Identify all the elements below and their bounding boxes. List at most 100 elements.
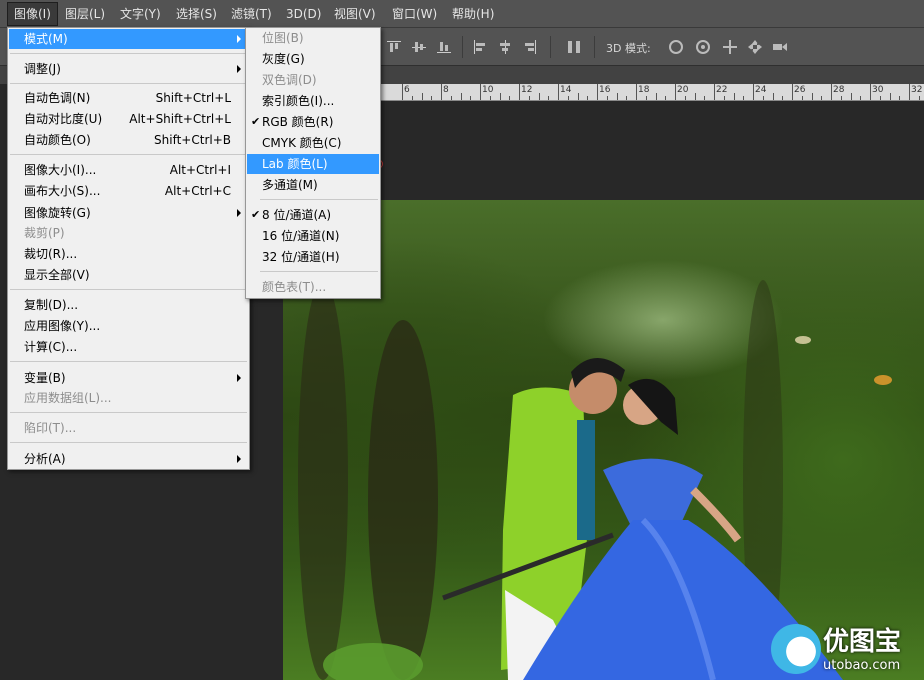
submenu-item-16-bit[interactable]: 16 位/通道(N) bbox=[247, 226, 379, 246]
ruler-label: 28 bbox=[833, 85, 845, 95]
menu-item-crop: 裁剪(P) bbox=[9, 223, 248, 243]
watermark: 优图宝 utobao.com bbox=[771, 620, 924, 680]
submenu-item-bitmap: 位图(B) bbox=[247, 28, 379, 48]
menu-separator bbox=[10, 289, 247, 290]
menu-item-analysis[interactable]: 分析(A) bbox=[9, 449, 248, 469]
menu-item-label: 裁切(R)... bbox=[24, 247, 78, 261]
menu-item-canvas-size[interactable]: 画布大小(S)... Alt+Ctrl+C bbox=[9, 181, 248, 201]
menu-item-label: 8 位/通道(A) bbox=[262, 208, 332, 222]
menu-item-label: 分析(A) bbox=[24, 452, 66, 466]
ruler-minor-tick bbox=[723, 96, 725, 100]
align-vcenter-icon[interactable] bbox=[411, 39, 427, 55]
submenu-item-indexed-color[interactable]: 索引颜色(I)... bbox=[247, 91, 379, 111]
ruler-major-tick bbox=[402, 84, 403, 100]
submenu-item-lab-color[interactable]: Lab 颜色(L) bbox=[247, 154, 379, 174]
ruler-minor-tick bbox=[587, 96, 589, 100]
menu-item-label: 调整(J) bbox=[24, 62, 61, 76]
menu-3d[interactable]: 3D(D) bbox=[280, 3, 327, 25]
submenu-arrow-icon bbox=[237, 65, 241, 73]
menu-separator bbox=[10, 361, 247, 362]
submenu-item-cmyk-color[interactable]: CMYK 颜色(C) bbox=[247, 133, 379, 153]
orbit-3d-icon[interactable] bbox=[668, 39, 684, 55]
roll-3d-icon[interactable] bbox=[695, 39, 711, 55]
ruler-major-tick bbox=[909, 84, 910, 100]
ruler-minor-tick bbox=[577, 93, 579, 100]
menu-item-calculations[interactable]: 计算(C)... bbox=[9, 337, 248, 357]
menu-window[interactable]: 窗口(W) bbox=[386, 3, 443, 25]
menu-help[interactable]: 帮助(H) bbox=[446, 3, 500, 25]
align-hcenter-icon[interactable] bbox=[497, 39, 513, 55]
menu-filter[interactable]: 滤镜(T) bbox=[225, 3, 278, 25]
ruler-minor-tick bbox=[918, 96, 920, 100]
ruler-label: 24 bbox=[755, 85, 767, 95]
align-left-icon[interactable] bbox=[472, 39, 488, 55]
menu-item-trap: 陷印(T)... bbox=[9, 418, 248, 438]
ruler-label: 26 bbox=[794, 85, 806, 95]
menu-item-label: 索引颜色(I)... bbox=[262, 94, 335, 108]
menu-item-auto-tone[interactable]: 自动色调(N) Shift+Ctrl+L bbox=[9, 88, 248, 108]
menu-image[interactable]: 图像(I) bbox=[7, 2, 58, 26]
submenu-item-32-bit[interactable]: 32 位/通道(H) bbox=[247, 247, 379, 267]
menu-layer[interactable]: 图层(L) bbox=[59, 3, 111, 25]
ruler-label: 30 bbox=[872, 85, 884, 95]
slide-3d-icon[interactable] bbox=[747, 39, 763, 55]
ruler-major-tick bbox=[441, 84, 442, 100]
menu-shortcut: Shift+Ctrl+L bbox=[155, 91, 231, 105]
menu-item-label: CMYK 颜色(C) bbox=[262, 136, 342, 150]
menu-item-mode[interactable]: 模式(M) bbox=[9, 29, 248, 49]
menu-item-auto-color[interactable]: 自动颜色(O) Shift+Ctrl+B bbox=[9, 130, 248, 150]
submenu-item-multichannel[interactable]: 多通道(M) bbox=[247, 175, 379, 195]
menu-item-trim[interactable]: 裁切(R)... bbox=[9, 244, 248, 264]
menu-separator bbox=[10, 442, 247, 443]
ruler-label: 12 bbox=[521, 85, 533, 95]
ruler-label: 10 bbox=[482, 85, 494, 95]
ruler-minor-tick bbox=[499, 93, 501, 100]
align-top-icon[interactable] bbox=[386, 39, 402, 55]
submenu-item-rgb-color[interactable]: ✔ RGB 颜色(R) bbox=[247, 112, 379, 132]
ruler-minor-tick bbox=[470, 96, 472, 100]
ruler-minor-tick bbox=[821, 96, 823, 100]
menu-item-variables[interactable]: 变量(B) bbox=[9, 368, 248, 388]
ruler-minor-tick bbox=[460, 93, 462, 100]
menu-item-label: 32 位/通道(H) bbox=[262, 250, 340, 264]
menu-item-label: 颜色表(T)... bbox=[262, 280, 327, 294]
menu-item-label: 计算(C)... bbox=[24, 340, 78, 354]
ruler-minor-tick bbox=[528, 96, 530, 100]
menu-item-label: 应用图像(Y)... bbox=[24, 319, 101, 333]
align-right-icon[interactable] bbox=[522, 39, 538, 55]
submenu-arrow-icon bbox=[237, 209, 241, 217]
menu-item-label: Lab 颜色(L) bbox=[262, 157, 328, 171]
align-bottom-icon[interactable] bbox=[436, 39, 452, 55]
menu-item-reveal-all[interactable]: 显示全部(V) bbox=[9, 265, 248, 285]
pan-3d-icon[interactable] bbox=[722, 39, 738, 55]
menu-item-auto-contrast[interactable]: 自动对比度(U) Alt+Shift+Ctrl+L bbox=[9, 109, 248, 129]
watermark-title: 优图宝 bbox=[823, 627, 902, 657]
menu-item-image-rotation[interactable]: 图像旋转(G) bbox=[9, 203, 248, 223]
ruler-minor-tick bbox=[655, 93, 657, 100]
menu-type[interactable]: 文字(Y) bbox=[114, 3, 167, 25]
menu-separator bbox=[260, 271, 378, 272]
menu-item-label: 图像旋转(G) bbox=[24, 206, 91, 220]
menu-item-image-size[interactable]: 图像大小(I)... Alt+Ctrl+I bbox=[9, 160, 248, 180]
ruler-minor-tick bbox=[548, 96, 550, 100]
menu-item-label: 应用数据组(L)... bbox=[24, 391, 112, 405]
menu-shortcut: Alt+Ctrl+C bbox=[164, 184, 231, 198]
scale-3d-icon[interactable] bbox=[772, 39, 788, 55]
checkmark-icon: ✔ bbox=[251, 208, 261, 221]
distribute-icon[interactable] bbox=[566, 39, 582, 55]
submenu-item-8-bit[interactable]: ✔ 8 位/通道(A) bbox=[247, 205, 379, 225]
menu-item-label: 画布大小(S)... bbox=[24, 184, 101, 198]
menu-item-apply-image[interactable]: 应用图像(Y)... bbox=[9, 316, 248, 336]
ruler-minor-tick bbox=[606, 96, 608, 100]
menu-item-duplicate[interactable]: 复制(D)... bbox=[9, 295, 248, 315]
menu-view[interactable]: 视图(V) bbox=[328, 3, 382, 25]
image-menu: 模式(M) 调整(J) 自动色调(N) Shift+Ctrl+L 自动对比度(U)… bbox=[7, 27, 250, 470]
submenu-item-grayscale[interactable]: 灰度(G) bbox=[247, 49, 379, 69]
menu-select[interactable]: 选择(S) bbox=[170, 3, 223, 25]
menu-item-label: 裁剪(P) bbox=[24, 226, 65, 240]
submenu-arrow-icon bbox=[237, 455, 241, 463]
ruler-minor-tick bbox=[899, 96, 901, 100]
ruler-label: 20 bbox=[677, 85, 689, 95]
menu-item-adjustments[interactable]: 调整(J) bbox=[9, 59, 248, 79]
ruler-minor-tick bbox=[733, 93, 735, 100]
